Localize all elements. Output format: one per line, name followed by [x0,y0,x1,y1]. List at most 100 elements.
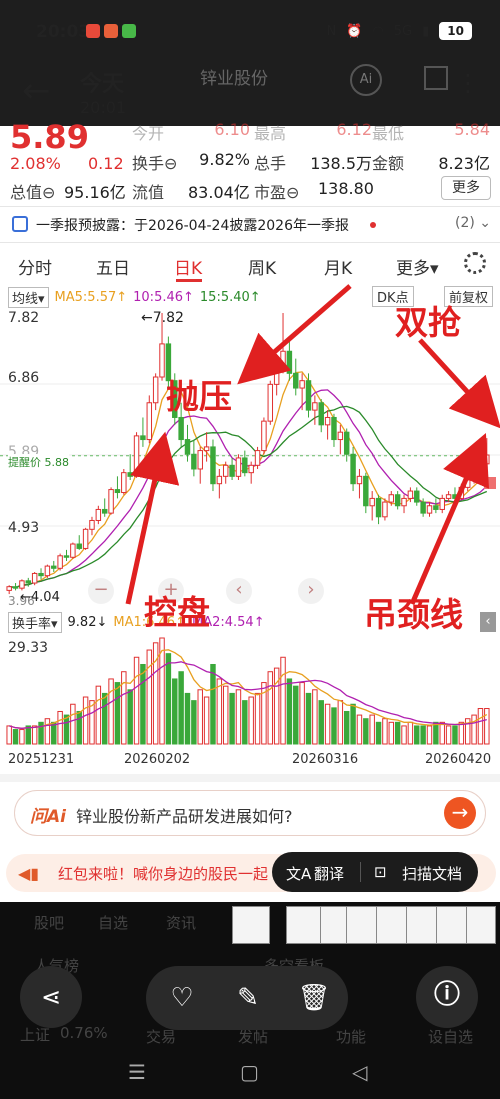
turnover-bar [89,700,95,745]
more-button[interactable]: 更多 [441,176,491,200]
quote-label: 总值⊖ [10,183,56,202]
turnover-bar [452,725,458,745]
quote-value: 138.5万 [310,154,372,173]
turnover-bar [273,667,280,745]
turnover-bar [458,721,465,745]
turnover-bar [25,725,32,745]
quote-label: 金额 [372,154,405,173]
viewer-title: 今天 [80,72,125,97]
section-gap [0,774,500,782]
more-vertical-icon[interactable]: ⋮ [456,71,480,95]
battery-icon: 10 [439,22,472,40]
ask-go-button[interactable]: → [444,797,476,829]
quote-label: 总手 [254,154,287,173]
network-label: 5G [393,23,413,39]
share-window-icon [424,66,448,90]
turnover-bar [222,685,229,745]
quote-value: 5.84 [454,120,490,139]
date-label: 20260316 [292,752,359,767]
ghost-bottom-label: 功能 [336,1028,367,1046]
turnover-bar [140,663,146,745]
turnover-bar [6,725,12,745]
turnover-bar [82,696,89,745]
turnover-bar [388,721,395,745]
turnover-bar [191,700,197,745]
turnover-bar [363,718,369,745]
turnover-bar [133,656,140,745]
turnover-bar [108,678,114,745]
arrow-kongpan [125,431,180,605]
turnover-bar [12,729,19,745]
announcement-count[interactable]: (2) ⌄ [455,215,491,231]
share-icon[interactable]: ⋖ [20,966,82,1028]
turnover-bar [305,692,312,745]
quote-value: 8.23亿 [438,154,490,173]
turnover-ma-line [9,661,487,729]
pencil-icon[interactable]: ✎ [230,982,266,1014]
date-label: 20251231 [8,752,75,767]
turnover-bar [324,703,331,745]
gallery-thumbnail[interactable] [286,906,324,944]
megaphone-icon: ◀▮ [18,864,40,883]
turnover-bar [57,710,63,745]
turnover-bar [394,721,401,745]
gallery-thumbnail[interactable] [466,906,496,944]
turnover-bar [331,707,337,745]
turnover-bar [426,725,433,745]
turnover-bar [114,682,121,745]
translate-button[interactable]: 翻译 [314,863,344,884]
turnover-bar [280,656,286,745]
back-arrow-icon[interactable]: ← [22,74,51,108]
app-notification-icon [122,24,136,38]
turnover-bar [248,696,254,745]
ghost-tab: 资讯 [166,914,197,932]
heart-icon[interactable]: ♡ [164,982,200,1014]
quote-label: 今开 [132,124,165,143]
turnover-bar [407,721,414,745]
gallery-thumbnail[interactable] [232,906,270,944]
turnover-bar [293,685,299,745]
turnover-bar [210,663,216,745]
turnover-bar [484,708,490,745]
home-icon[interactable]: ▢ [240,1060,259,1084]
turnover-bar [312,689,318,745]
turnover-bar [369,714,375,745]
quote-label: 市盈⊖ [254,183,300,202]
turnover-bar [267,671,274,745]
turnover-bar [44,718,51,745]
photo-viewer-header [0,0,500,126]
last-price: 5.89 [10,118,89,156]
signal-icon: ▮ [422,23,430,39]
scan-icon[interactable]: ⊡ [374,863,387,881]
stock-name-ghost: 锌业股份 [200,69,268,89]
quote-value: 9.82% [199,150,250,169]
turnover-bar [63,714,70,745]
translate-icon[interactable]: 文A [286,863,311,884]
announcement-text[interactable]: 一季报预披露：于2026-04-24披露2026年一季报 [36,215,349,235]
announcement-icon [12,216,28,232]
recent-apps-icon[interactable]: ☰ [128,1060,146,1084]
annotation-diaojingxian: 吊颈线 [364,595,463,634]
turnover-bar [445,725,452,745]
annotation-paoya: 抛压 [166,377,232,416]
info-icon[interactable]: ⓘ [416,966,478,1028]
turnover-bar [382,718,388,745]
turnover-bar [70,703,76,745]
annotation-shuangqiang: 双抢 [395,303,461,342]
ask-ai-question[interactable]: 锌业股份新产品研发进展如何? [76,803,293,827]
turnover-bar [375,721,382,745]
nfc-icon: N [326,23,337,39]
turnover-bar [165,653,172,745]
back-nav-icon[interactable]: ◁ [352,1060,367,1084]
ask-ai-logo: 问Ai [30,807,66,827]
viewer-time: 20:01 [80,98,127,117]
turnover-chart[interactable] [0,632,500,748]
promo-text[interactable]: 红包来啦！喊你身边的股民一起 [58,863,268,884]
turnover-bar [477,708,484,745]
ai-badge-icon: Ai [350,64,382,96]
turnover-bar [299,682,305,745]
scan-document-button[interactable]: 扫描文档 [402,863,462,884]
quote-label: 换手⊖ [132,154,178,173]
turnover-bar [76,710,82,745]
trash-icon[interactable]: 🗑 [296,982,332,1014]
